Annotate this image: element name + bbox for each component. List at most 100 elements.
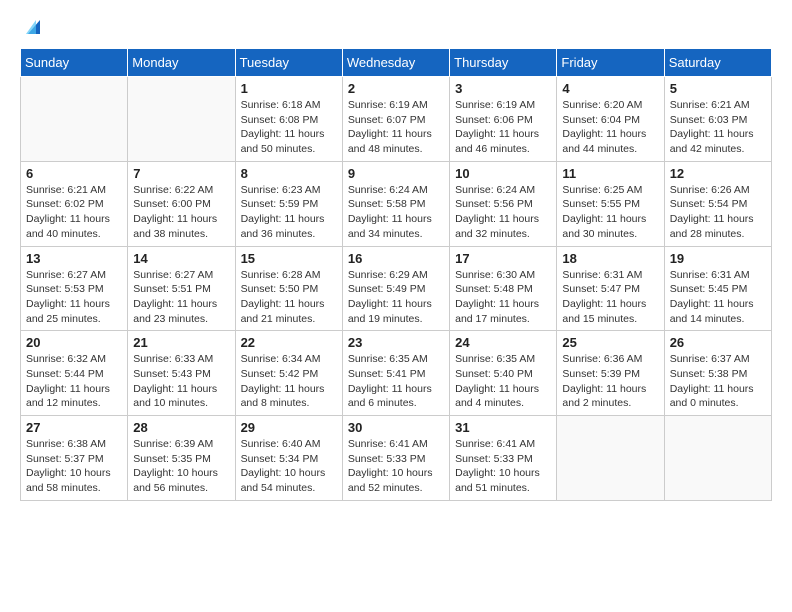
day-info: Sunrise: 6:34 AM Sunset: 5:42 PM Dayligh… [241, 352, 337, 411]
calendar-cell: 28Sunrise: 6:39 AM Sunset: 5:35 PM Dayli… [128, 416, 235, 501]
day-number: 24 [455, 335, 551, 350]
day-info: Sunrise: 6:31 AM Sunset: 5:47 PM Dayligh… [562, 268, 658, 327]
calendar-cell: 9 Sunrise: 6:24 AM Sunset: 5:58 PM Daylig… [342, 161, 449, 246]
day-info: Sunrise: 6:30 AM Sunset: 5:48 PM Dayligh… [455, 268, 551, 327]
day-number: 17 [455, 251, 551, 266]
day-info: Sunrise: 6:24 AM Sunset: 5:58 PM Dayligh… [348, 183, 444, 242]
day-header-friday: Friday [557, 49, 664, 77]
calendar-cell: 18 Sunrise: 6:31 AM Sunset: 5:47 PM Dayli… [557, 246, 664, 331]
day-header-thursday: Thursday [450, 49, 557, 77]
calendar-cell: 7Sunrise: 6:22 AM Sunset: 6:00 PM Daylig… [128, 161, 235, 246]
calendar-week-row: 13 Sunrise: 6:27 AM Sunset: 5:53 PM Dayli… [21, 246, 772, 331]
day-number: 23 [348, 335, 444, 350]
logo-icon [22, 16, 44, 38]
day-info: Sunrise: 6:26 AM Sunset: 5:54 PM Dayligh… [670, 183, 766, 242]
calendar-cell: 23 Sunrise: 6:35 AM Sunset: 5:41 PM Dayli… [342, 331, 449, 416]
calendar-cell: 17 Sunrise: 6:30 AM Sunset: 5:48 PM Dayli… [450, 246, 557, 331]
day-info: Sunrise: 6:29 AM Sunset: 5:49 PM Dayligh… [348, 268, 444, 327]
day-number: 3 [455, 81, 551, 96]
day-info: Sunrise: 6:41 AM Sunset: 5:33 PM Dayligh… [455, 437, 551, 496]
day-number: 1 [241, 81, 337, 96]
calendar-week-row: 1 Sunrise: 6:18 AM Sunset: 6:08 PM Daylig… [21, 77, 772, 162]
calendar-cell: 1 Sunrise: 6:18 AM Sunset: 6:08 PM Daylig… [235, 77, 342, 162]
calendar-cell: 20 Sunrise: 6:32 AM Sunset: 5:44 PM Dayli… [21, 331, 128, 416]
day-number: 19 [670, 251, 766, 266]
day-number: 27 [26, 420, 122, 435]
day-number: 26 [670, 335, 766, 350]
calendar-cell [557, 416, 664, 501]
calendar-cell: 15 Sunrise: 6:28 AM Sunset: 5:50 PM Dayli… [235, 246, 342, 331]
day-info: Sunrise: 6:27 AM Sunset: 5:51 PM Dayligh… [133, 268, 229, 327]
day-number: 31 [455, 420, 551, 435]
logo [20, 20, 44, 38]
day-info: Sunrise: 6:36 AM Sunset: 5:39 PM Dayligh… [562, 352, 658, 411]
day-info: Sunrise: 6:41 AM Sunset: 5:33 PM Dayligh… [348, 437, 444, 496]
calendar-cell: 12 Sunrise: 6:26 AM Sunset: 5:54 PM Dayli… [664, 161, 771, 246]
calendar-table: SundayMondayTuesdayWednesdayThursdayFrid… [20, 48, 772, 501]
day-number: 18 [562, 251, 658, 266]
calendar-cell [128, 77, 235, 162]
day-header-tuesday: Tuesday [235, 49, 342, 77]
day-number: 9 [348, 166, 444, 181]
calendar-cell: 11Sunrise: 6:25 AM Sunset: 5:55 PM Dayli… [557, 161, 664, 246]
day-info: Sunrise: 6:35 AM Sunset: 5:40 PM Dayligh… [455, 352, 551, 411]
calendar-week-row: 20 Sunrise: 6:32 AM Sunset: 5:44 PM Dayli… [21, 331, 772, 416]
day-info: Sunrise: 6:18 AM Sunset: 6:08 PM Dayligh… [241, 98, 337, 157]
day-info: Sunrise: 6:21 AM Sunset: 6:03 PM Dayligh… [670, 98, 766, 157]
day-info: Sunrise: 6:20 AM Sunset: 6:04 PM Dayligh… [562, 98, 658, 157]
calendar-cell: 30 Sunrise: 6:41 AM Sunset: 5:33 PM Dayli… [342, 416, 449, 501]
day-number: 11 [562, 166, 658, 181]
day-info: Sunrise: 6:35 AM Sunset: 5:41 PM Dayligh… [348, 352, 444, 411]
day-info: Sunrise: 6:19 AM Sunset: 6:07 PM Dayligh… [348, 98, 444, 157]
day-number: 7 [133, 166, 229, 181]
calendar-week-row: 27 Sunrise: 6:38 AM Sunset: 5:37 PM Dayli… [21, 416, 772, 501]
calendar-cell: 8 Sunrise: 6:23 AM Sunset: 5:59 PM Daylig… [235, 161, 342, 246]
day-info: Sunrise: 6:27 AM Sunset: 5:53 PM Dayligh… [26, 268, 122, 327]
day-number: 13 [26, 251, 122, 266]
day-info: Sunrise: 6:21 AM Sunset: 6:02 PM Dayligh… [26, 183, 122, 242]
day-info: Sunrise: 6:24 AM Sunset: 5:56 PM Dayligh… [455, 183, 551, 242]
calendar-cell: 2 Sunrise: 6:19 AM Sunset: 6:07 PM Daylig… [342, 77, 449, 162]
day-header-wednesday: Wednesday [342, 49, 449, 77]
calendar-cell: 14Sunrise: 6:27 AM Sunset: 5:51 PM Dayli… [128, 246, 235, 331]
day-number: 12 [670, 166, 766, 181]
day-number: 20 [26, 335, 122, 350]
calendar-cell: 13 Sunrise: 6:27 AM Sunset: 5:53 PM Dayli… [21, 246, 128, 331]
day-number: 22 [241, 335, 337, 350]
day-info: Sunrise: 6:23 AM Sunset: 5:59 PM Dayligh… [241, 183, 337, 242]
day-number: 4 [562, 81, 658, 96]
day-number: 16 [348, 251, 444, 266]
calendar-cell [664, 416, 771, 501]
day-number: 2 [348, 81, 444, 96]
calendar-cell: 29Sunrise: 6:40 AM Sunset: 5:34 PM Dayli… [235, 416, 342, 501]
day-number: 25 [562, 335, 658, 350]
calendar-header-row: SundayMondayTuesdayWednesdayThursdayFrid… [21, 49, 772, 77]
calendar-cell: 25 Sunrise: 6:36 AM Sunset: 5:39 PM Dayli… [557, 331, 664, 416]
calendar-cell: 24 Sunrise: 6:35 AM Sunset: 5:40 PM Dayli… [450, 331, 557, 416]
day-number: 8 [241, 166, 337, 181]
calendar-week-row: 6 Sunrise: 6:21 AM Sunset: 6:02 PM Daylig… [21, 161, 772, 246]
calendar-cell: 16 Sunrise: 6:29 AM Sunset: 5:49 PM Dayli… [342, 246, 449, 331]
day-number: 5 [670, 81, 766, 96]
day-header-monday: Monday [128, 49, 235, 77]
day-info: Sunrise: 6:19 AM Sunset: 6:06 PM Dayligh… [455, 98, 551, 157]
page-header [20, 20, 772, 38]
calendar-cell: 5 Sunrise: 6:21 AM Sunset: 6:03 PM Daylig… [664, 77, 771, 162]
day-info: Sunrise: 6:28 AM Sunset: 5:50 PM Dayligh… [241, 268, 337, 327]
calendar-cell: 19 Sunrise: 6:31 AM Sunset: 5:45 PM Dayli… [664, 246, 771, 331]
calendar-cell: 4 Sunrise: 6:20 AM Sunset: 6:04 PM Daylig… [557, 77, 664, 162]
calendar-cell: 6 Sunrise: 6:21 AM Sunset: 6:02 PM Daylig… [21, 161, 128, 246]
day-number: 10 [455, 166, 551, 181]
calendar-cell: 26Sunrise: 6:37 AM Sunset: 5:38 PM Dayli… [664, 331, 771, 416]
day-info: Sunrise: 6:32 AM Sunset: 5:44 PM Dayligh… [26, 352, 122, 411]
day-number: 6 [26, 166, 122, 181]
day-info: Sunrise: 6:31 AM Sunset: 5:45 PM Dayligh… [670, 268, 766, 327]
day-number: 15 [241, 251, 337, 266]
day-header-sunday: Sunday [21, 49, 128, 77]
day-header-saturday: Saturday [664, 49, 771, 77]
calendar-cell: 21Sunrise: 6:33 AM Sunset: 5:43 PM Dayli… [128, 331, 235, 416]
day-info: Sunrise: 6:40 AM Sunset: 5:34 PM Dayligh… [241, 437, 337, 496]
day-number: 30 [348, 420, 444, 435]
day-info: Sunrise: 6:38 AM Sunset: 5:37 PM Dayligh… [26, 437, 122, 496]
calendar-cell: 10 Sunrise: 6:24 AM Sunset: 5:56 PM Dayli… [450, 161, 557, 246]
